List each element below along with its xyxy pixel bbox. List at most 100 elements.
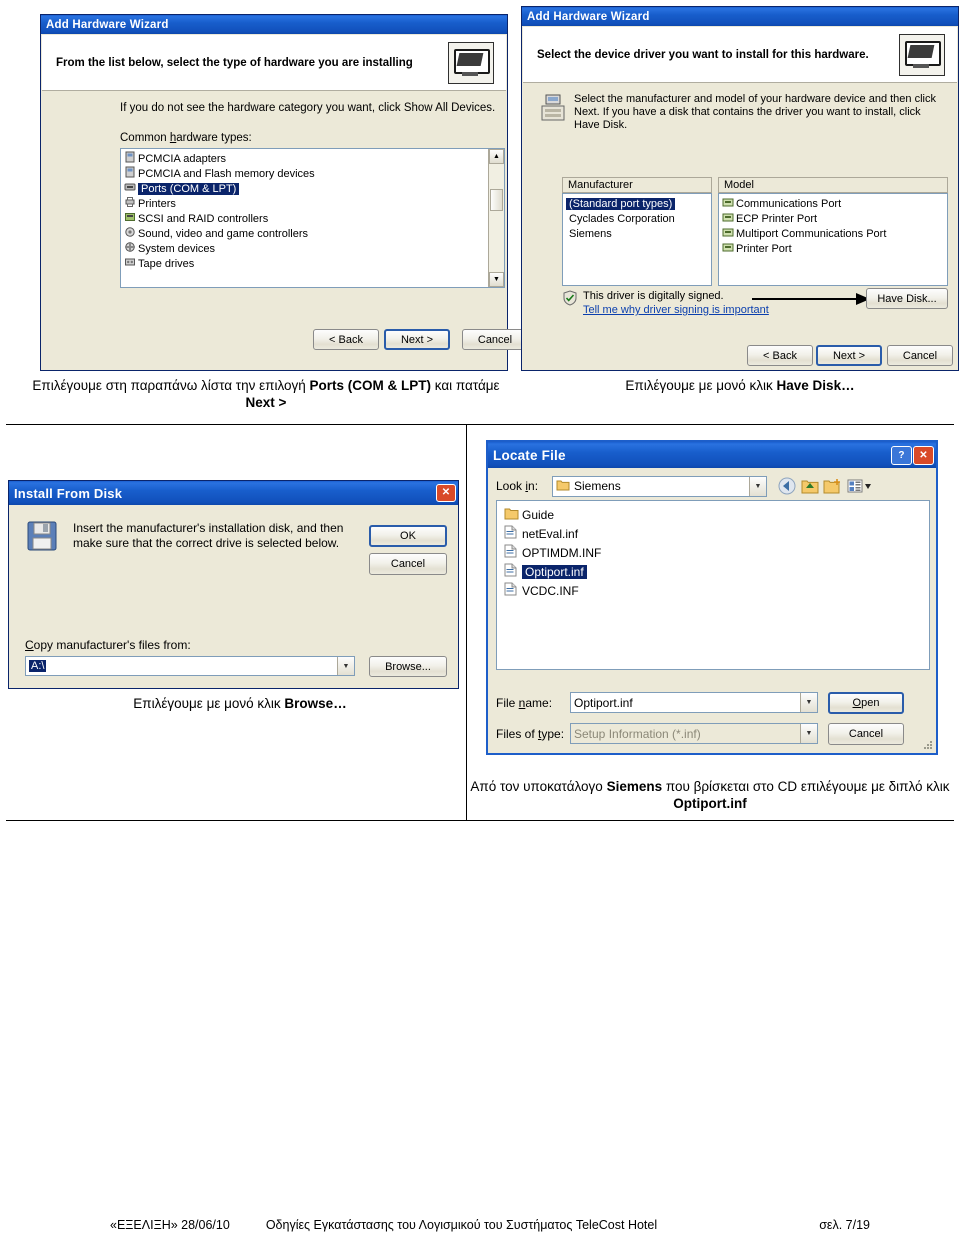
list-item[interactable]: Communications Port [719, 196, 947, 211]
hardware-types-listbox[interactable]: PCMCIA adapters PCMCIA and Flash memory … [120, 148, 505, 288]
list-item[interactable]: PCMCIA and Flash memory devices [121, 166, 488, 181]
list-item[interactable]: PCMCIA adapters [121, 151, 488, 166]
table-divider-bottom [6, 820, 954, 821]
filename-combo[interactable]: Optiport.inf ▼ [570, 692, 818, 713]
list-item[interactable]: System devices [121, 241, 488, 256]
list-item[interactable]: VCDC.INF [497, 581, 929, 600]
install-message-line1: Insert the manufacturer's installation d… [73, 521, 344, 535]
open-button[interactable]: Open [828, 692, 904, 714]
cancel-button-2[interactable]: Cancel [887, 345, 953, 366]
copy-from-combo[interactable]: A:\ ▼ [25, 656, 355, 676]
file-listbox[interactable]: Guide netEval.inf OPTIMDM.INF Optiport.i… [496, 500, 930, 670]
chevron-down-icon[interactable]: ▼ [337, 657, 354, 675]
scroll-up-icon[interactable]: ▲ [489, 149, 504, 164]
cancel-button-3[interactable]: Cancel [369, 553, 447, 575]
chevron-down-icon[interactable]: ▼ [749, 476, 766, 496]
next-button-label: Next > [832, 349, 866, 362]
manufacturer-column-header: Manufacturer [562, 177, 712, 193]
driver-icon [722, 241, 736, 256]
list-item[interactable]: Sound, video and game controllers [121, 226, 488, 241]
install-message-line2: make sure that the correct drive is sele… [73, 536, 340, 550]
model-listbox[interactable]: Communications Port ECP Printer Port Mul… [718, 193, 948, 286]
list-item-selected[interactable]: Optiport.inf [497, 562, 929, 581]
list-item-label: SCSI and RAID controllers [138, 212, 269, 225]
scrollbar-thumb[interactable] [490, 189, 503, 211]
ok-button[interactable]: OK [369, 525, 447, 547]
views-icon[interactable] [845, 476, 875, 497]
list-item[interactable]: Printers [121, 196, 488, 211]
hardware-types-items: PCMCIA adapters PCMCIA and Flash memory … [121, 149, 488, 287]
scroll-down-icon[interactable]: ▼ [489, 272, 504, 287]
list-item[interactable]: Printer Port [719, 241, 947, 256]
lookin-row: Look in: Siemens ▼ [496, 475, 930, 497]
list-item[interactable]: Multiport Communications Port [719, 226, 947, 241]
list-item[interactable]: Siemens [563, 226, 711, 241]
ok-button-label: OK [400, 530, 416, 542]
caption-2-bold: Have Disk… [776, 378, 855, 393]
back-button-2[interactable]: < Back [747, 345, 813, 366]
driver-signing-link[interactable]: Tell me why driver signing is important [583, 304, 769, 316]
listbox-scrollbar[interactable]: ▲ ▼ [488, 149, 504, 287]
next-button-label: Next > [400, 333, 434, 346]
lookin-combo[interactable]: Siemens ▼ [552, 475, 767, 497]
list-item[interactable]: OPTIMDM.INF [497, 543, 929, 562]
back-button-label: < Back [329, 333, 363, 346]
wizard-header-text: From the list below, select the type of … [56, 56, 413, 69]
manufacturer-label: Manufacturer [568, 179, 633, 191]
up-folder-icon[interactable] [799, 476, 821, 497]
list-item-label: ECP Printer Port [736, 212, 818, 225]
list-item-selected[interactable]: Ports (COM & LPT) [121, 181, 488, 196]
list-item-label: Printers [138, 197, 176, 210]
next-button-1[interactable]: Next > [384, 329, 450, 350]
new-folder-icon[interactable] [821, 476, 845, 497]
table-divider-vertical [466, 424, 467, 820]
printer-icon [124, 196, 138, 211]
next-button-2[interactable]: Next > [816, 345, 882, 366]
caption-4: Από τον υποκατάλογο Siemens που βρίσκετα… [470, 778, 950, 812]
chevron-down-icon[interactable]: ▼ [800, 693, 817, 712]
resize-grip[interactable] [923, 740, 933, 750]
filetype-combo[interactable]: Setup Information (*.inf) ▼ [570, 723, 818, 744]
titlebar-2: Add Hardware Wizard [522, 7, 958, 26]
driver-info-text: Select the manufacturer and model of you… [574, 93, 936, 131]
close-icon[interactable]: ✕ [436, 484, 456, 502]
list-item-label: Sound, video and game controllers [138, 227, 308, 240]
install-disk-icon [25, 519, 59, 556]
cancel-button-4[interactable]: Cancel [828, 723, 904, 745]
window-title: Install From Disk [14, 485, 123, 501]
document-page: Add Hardware Wizard From the list below,… [0, 0, 960, 1253]
titlebar-4: Locate File ? ✕ [488, 442, 936, 468]
back-button-1[interactable]: < Back [313, 329, 379, 350]
inf-file-icon [504, 525, 522, 542]
list-item-selected[interactable]: (Standard port types) [563, 196, 711, 211]
list-item-label: Printer Port [736, 242, 792, 255]
driver-icon [722, 226, 736, 241]
titlebar-1: Add Hardware Wizard [41, 15, 507, 34]
add-hardware-wizard-dialog-1: Add Hardware Wizard From the list below,… [40, 14, 528, 371]
browse-button[interactable]: Browse... [369, 656, 447, 677]
manufacturer-listbox[interactable]: (Standard port types) Cyclades Corporati… [562, 193, 712, 286]
folder-icon [504, 507, 522, 523]
cancel-button-1[interactable]: Cancel [462, 329, 528, 350]
list-item-label: Multiport Communications Port [736, 227, 887, 240]
list-item[interactable]: Guide [497, 505, 929, 524]
close-icon[interactable]: ✕ [913, 445, 934, 465]
filename-value: Optiport.inf [574, 695, 633, 710]
port-icon [124, 181, 138, 196]
hint-text: If you do not see the hardware category … [120, 102, 496, 114]
list-item[interactable]: ECP Printer Port [719, 211, 947, 226]
caption-4-text-a: Από τον υποκατάλογο [470, 779, 607, 794]
have-disk-label: Have Disk... [877, 292, 937, 305]
footer-right: σελ. 7/19 [819, 1218, 870, 1232]
help-icon-label: ? [898, 449, 905, 461]
have-disk-button[interactable]: Have Disk... [866, 288, 948, 309]
filetype-label: Files of type: [496, 727, 565, 741]
help-icon[interactable]: ? [891, 445, 912, 465]
back-nav-icon[interactable] [775, 476, 799, 497]
list-item[interactable]: Cyclades Corporation [563, 211, 711, 226]
cancel-button-label: Cancel [902, 349, 938, 362]
list-item[interactable]: Tape drives [121, 256, 488, 271]
list-item[interactable]: netEval.inf [497, 524, 929, 543]
list-item[interactable]: SCSI and RAID controllers [121, 211, 488, 226]
chevron-down-icon[interactable]: ▼ [800, 724, 817, 743]
